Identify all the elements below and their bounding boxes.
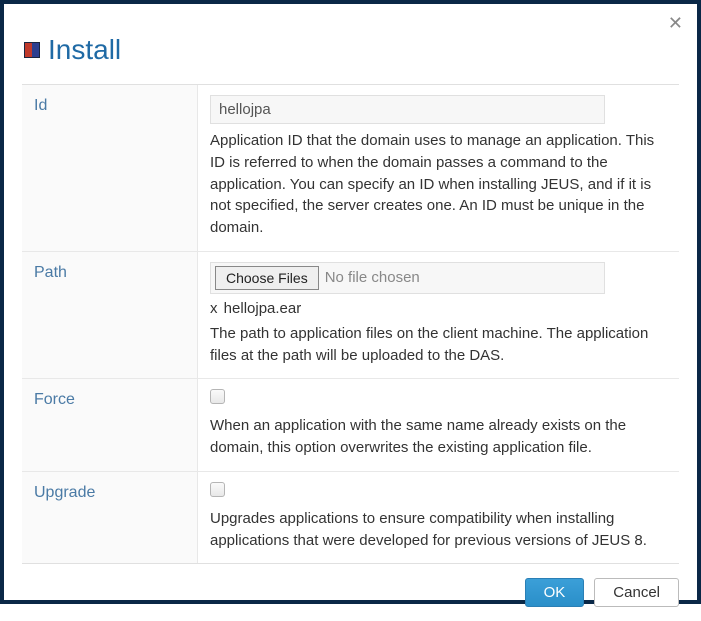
help-force: When an application with the same name a… [210,415,667,459]
dialog-footer: OK Cancel [4,564,697,621]
row-id: Id Application ID that the domain uses t… [22,85,679,252]
help-upgrade: Upgrades applications to ensure compatib… [210,508,667,552]
install-dialog: ✕ Install Id Application ID that the dom… [0,0,701,604]
remove-file-icon[interactable]: x [210,300,218,317]
content-path: Choose Files No file chosen x hellojpa.e… [198,252,679,379]
help-id: Application ID that the domain uses to m… [210,130,667,239]
label-path: Path [22,252,198,379]
content-id: Application ID that the domain uses to m… [198,85,679,251]
help-path: The path to application files on the cli… [210,323,667,367]
chosen-filename: hellojpa.ear [224,300,302,317]
content-upgrade: Upgrades applications to ensure compatib… [198,472,679,564]
force-checkbox[interactable] [210,389,225,404]
row-upgrade: Upgrade Upgrades applications to ensure … [22,472,679,564]
close-icon[interactable]: ✕ [668,14,683,32]
label-force: Force [22,379,198,471]
file-picker: Choose Files No file chosen [210,262,605,294]
label-upgrade: Upgrade [22,472,198,564]
chosen-file: x hellojpa.ear [210,300,667,317]
label-id: Id [22,85,198,251]
cancel-button[interactable]: Cancel [594,578,679,607]
content-force: When an application with the same name a… [198,379,679,471]
file-status-text: No file chosen [325,269,420,286]
id-input[interactable] [210,95,605,124]
row-force: Force When an application with the same … [22,379,679,472]
row-path: Path Choose Files No file chosen x hello… [22,252,679,380]
ok-button[interactable]: OK [525,578,585,607]
dialog-title: Install [48,34,121,66]
dialog-header: Install [4,4,697,84]
choose-files-button[interactable]: Choose Files [215,266,319,290]
app-icon [24,42,40,58]
form-body: Id Application ID that the domain uses t… [22,84,679,564]
upgrade-checkbox[interactable] [210,482,225,497]
